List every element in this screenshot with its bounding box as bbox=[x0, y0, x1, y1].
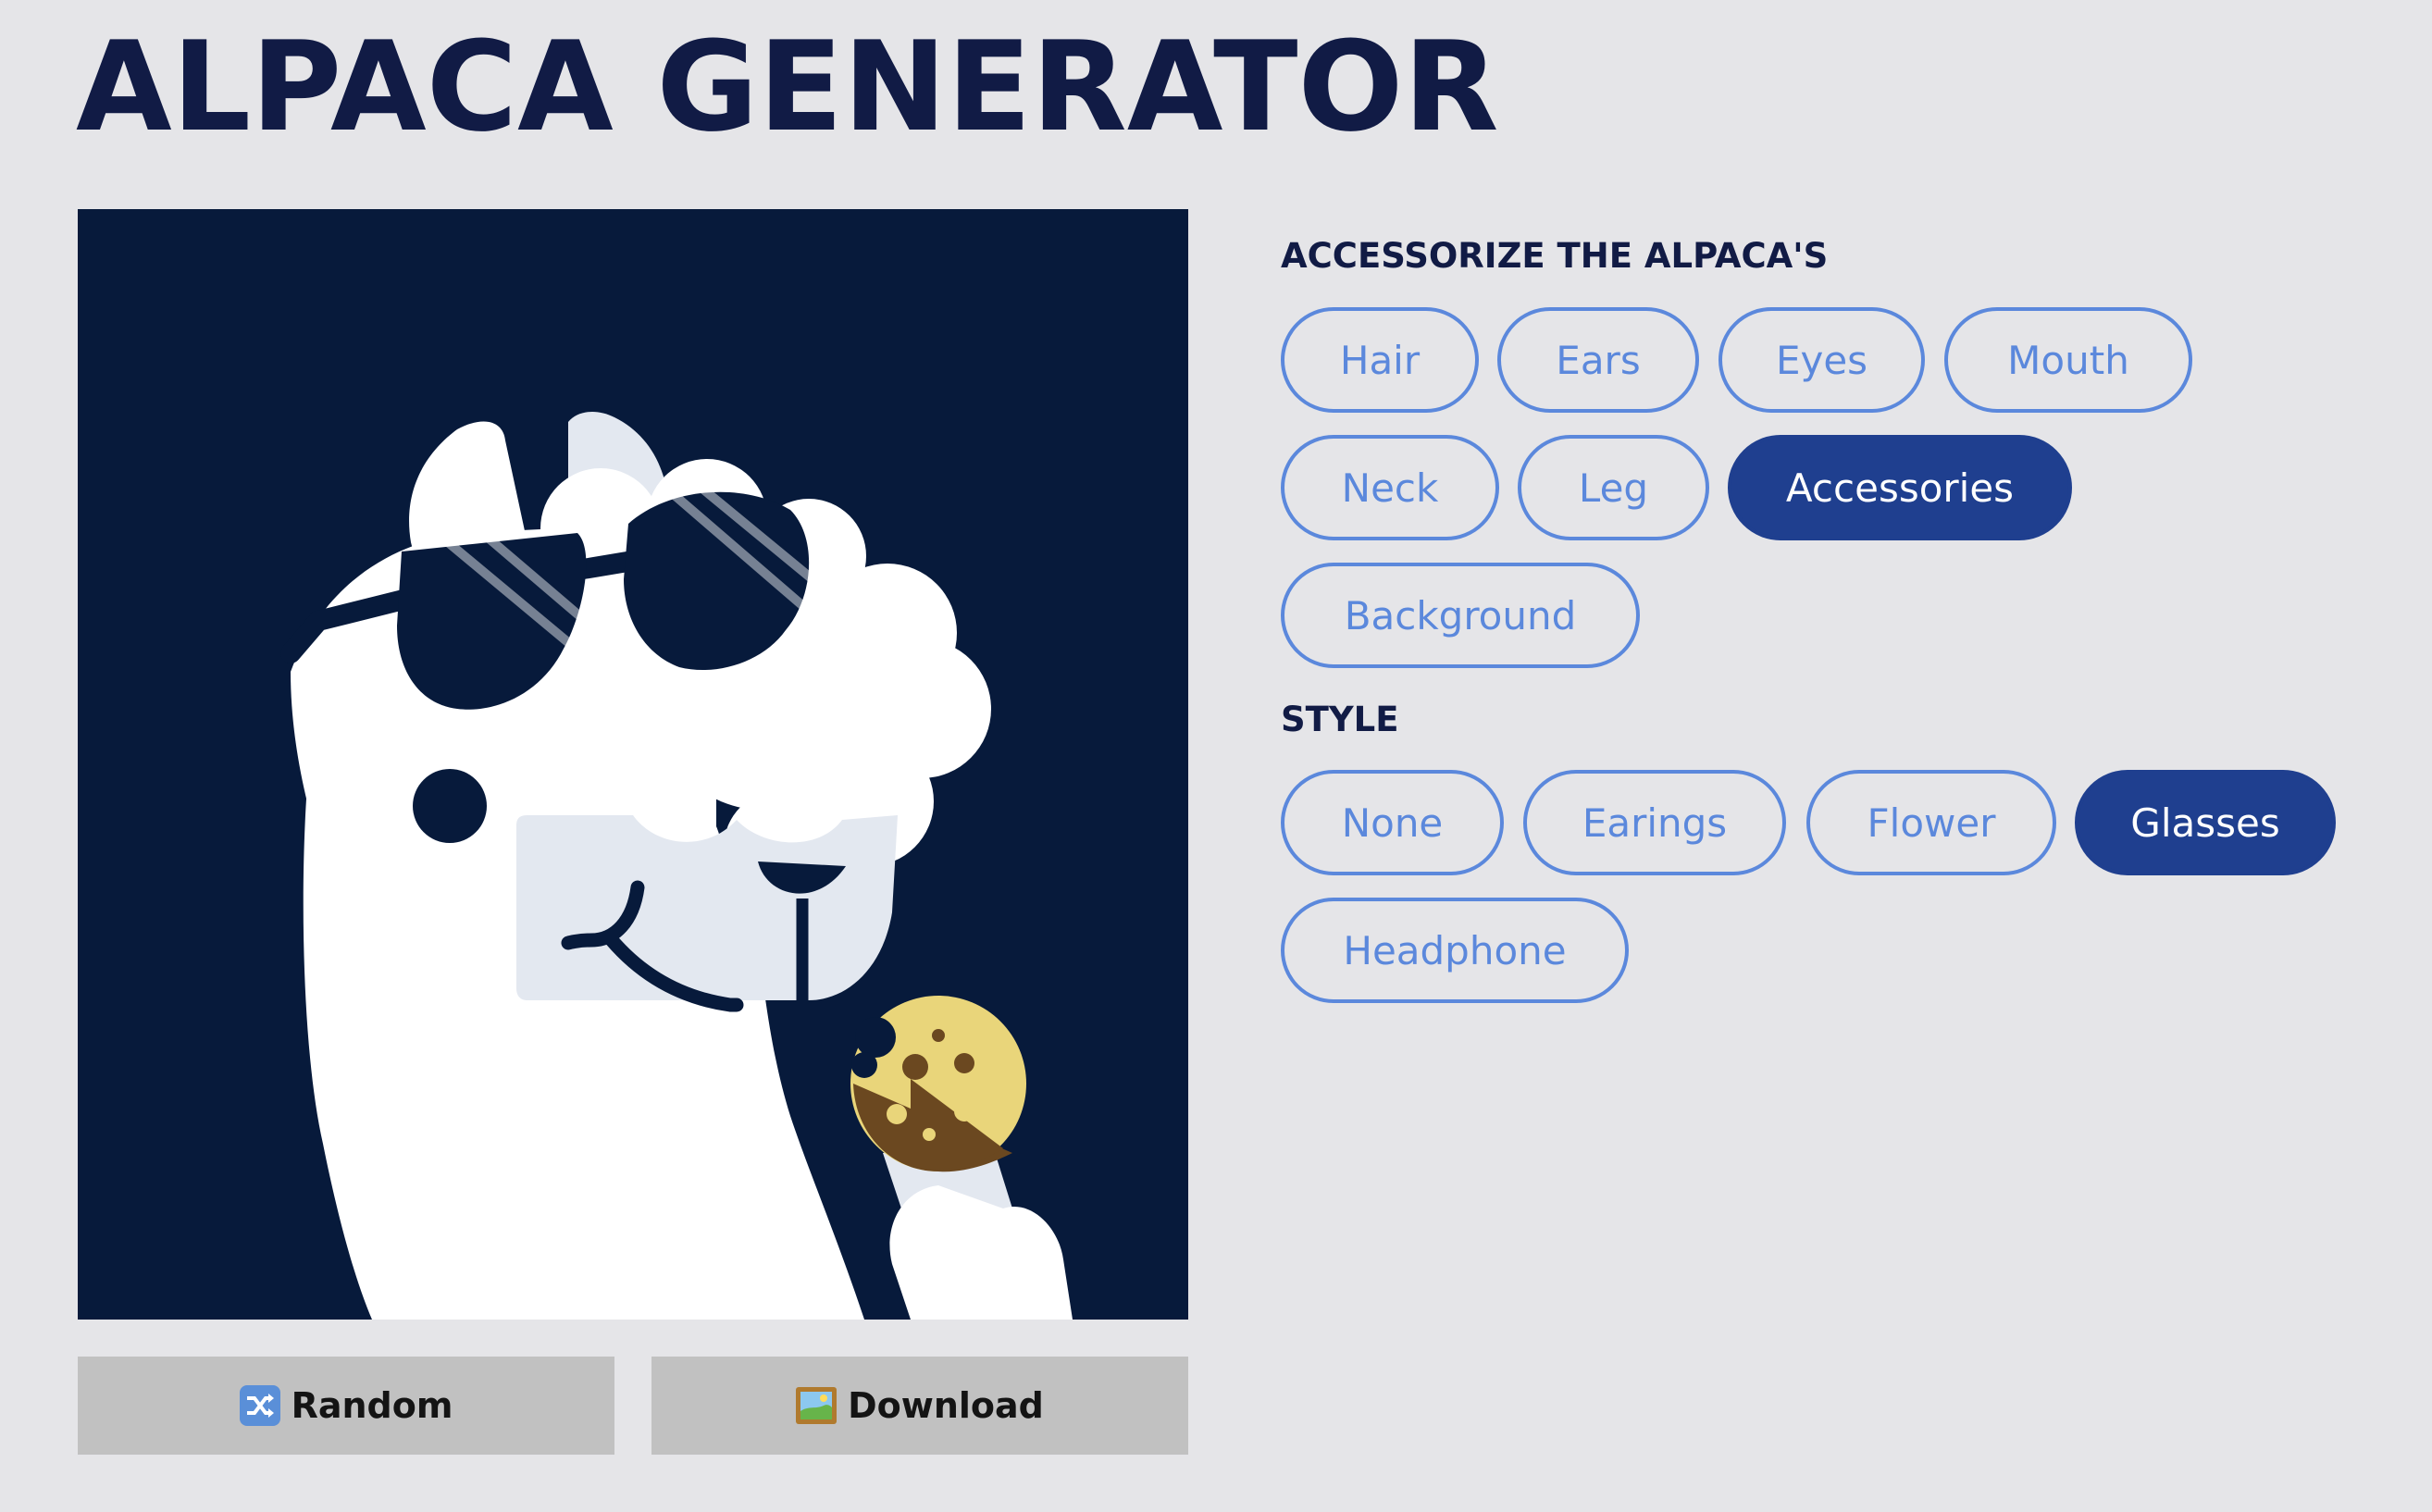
random-button[interactable]: Random bbox=[78, 1357, 614, 1455]
style-earings[interactable]: Earings bbox=[1523, 770, 1786, 875]
alpaca-eye bbox=[413, 769, 487, 843]
download-button[interactable]: Download bbox=[651, 1357, 1188, 1455]
style-heading: STYLE bbox=[1281, 700, 1399, 739]
style-none[interactable]: None bbox=[1281, 770, 1504, 875]
option-ears[interactable]: Ears bbox=[1497, 307, 1699, 413]
option-leg[interactable]: Leg bbox=[1518, 435, 1709, 540]
shuffle-icon bbox=[239, 1385, 280, 1426]
cookie bbox=[850, 996, 1026, 1172]
option-accessories[interactable]: Accessories bbox=[1728, 435, 2072, 540]
style-flower[interactable]: Flower bbox=[1806, 770, 2056, 875]
style-headphone[interactable]: Headphone bbox=[1281, 898, 1629, 1003]
download-button-label: Download bbox=[848, 1385, 1044, 1426]
random-button-label: Random bbox=[291, 1385, 453, 1426]
option-neck[interactable]: Neck bbox=[1281, 435, 1499, 540]
option-hair[interactable]: Hair bbox=[1281, 307, 1479, 413]
option-eyes[interactable]: Eyes bbox=[1719, 307, 1925, 413]
style-glasses[interactable]: Glasses bbox=[2075, 770, 2336, 875]
option-background[interactable]: Background bbox=[1281, 563, 1640, 668]
alpaca-muzzle bbox=[516, 815, 898, 1000]
framed-picture-icon bbox=[796, 1385, 838, 1426]
page-title: ALPACA GENERATOR bbox=[76, 15, 1499, 159]
option-mouth[interactable]: Mouth bbox=[1944, 307, 2192, 413]
accessorize-heading: ACCESSORIZE THE ALPACA'S bbox=[1281, 236, 1829, 276]
alpaca-preview bbox=[78, 209, 1188, 1320]
